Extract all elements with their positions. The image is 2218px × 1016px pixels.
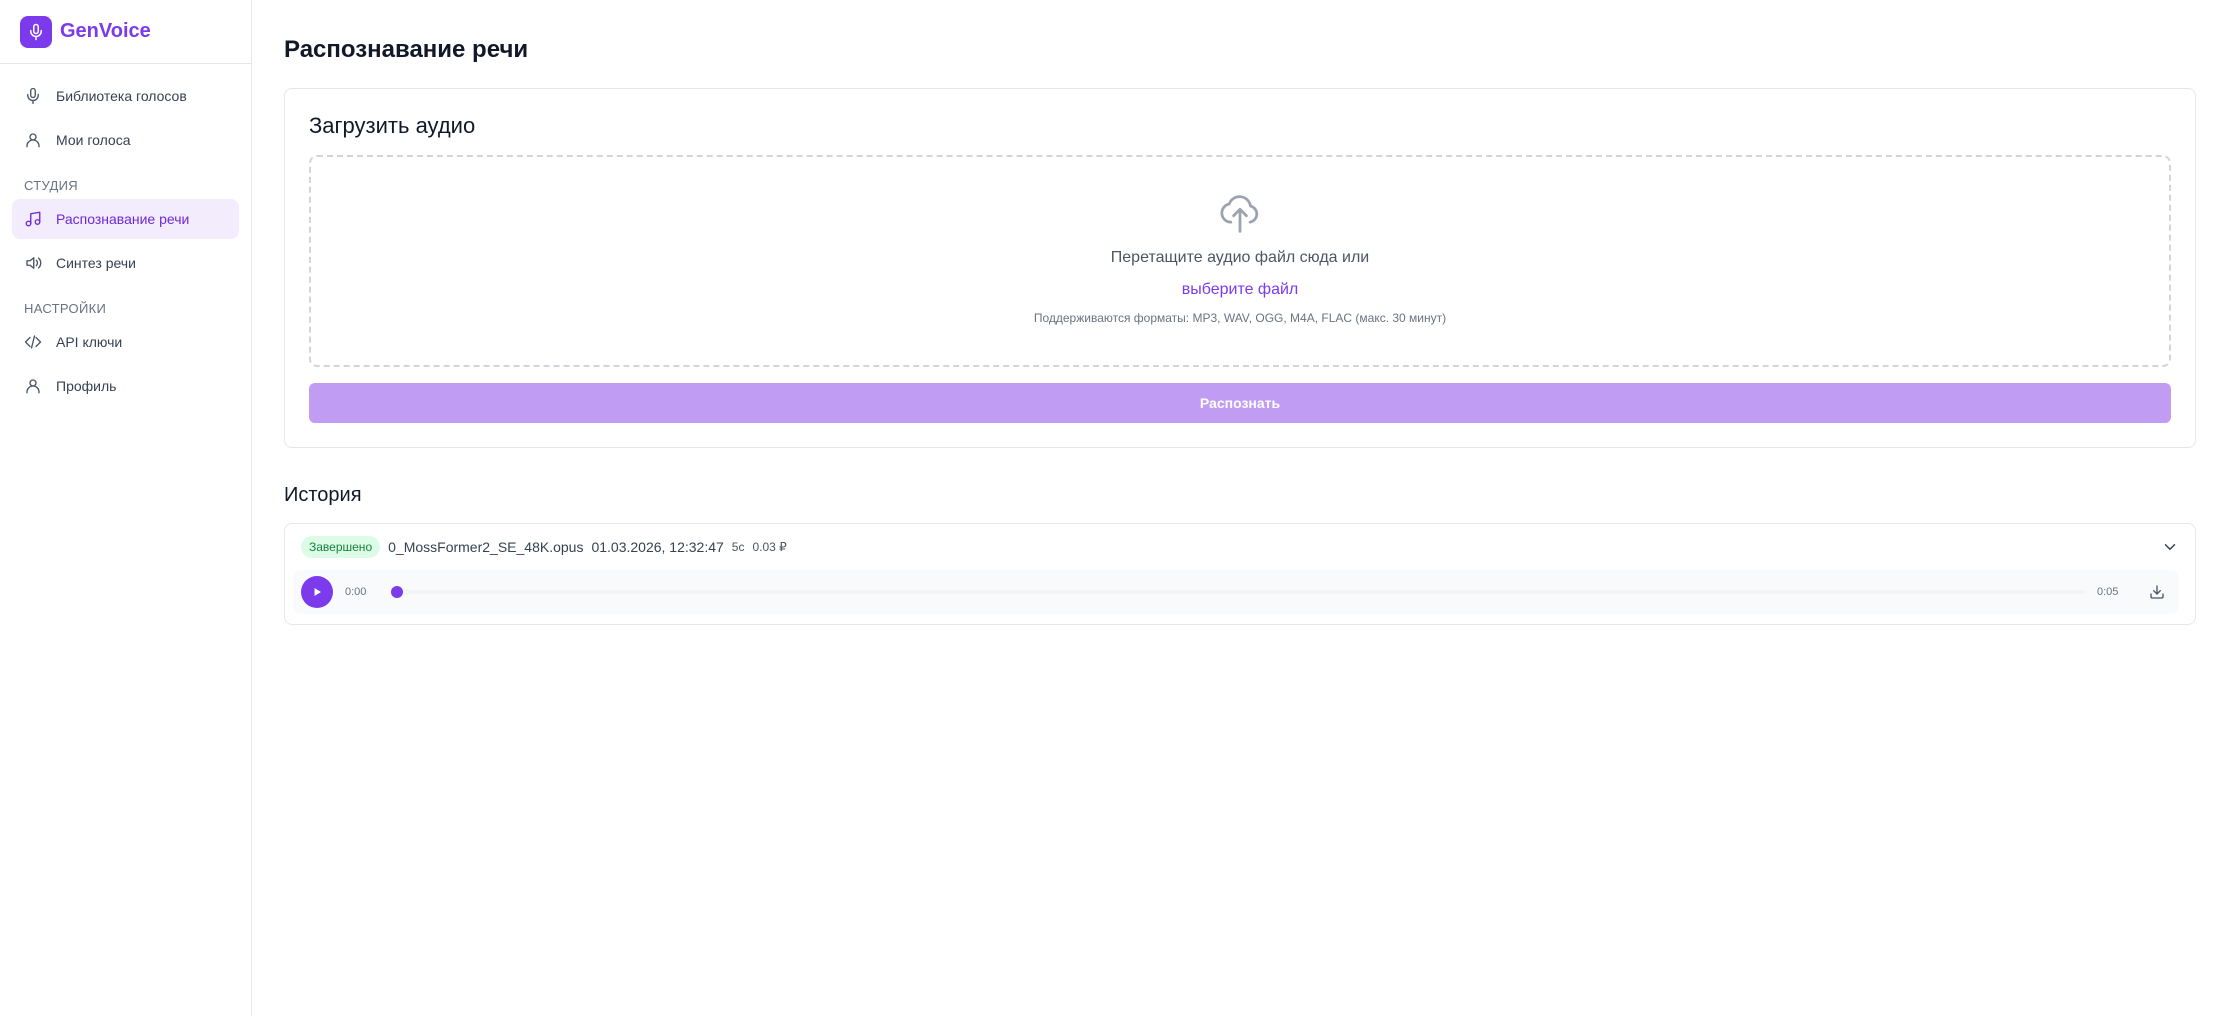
recognize-button[interactable]: Распознать xyxy=(309,383,2171,423)
speaker-icon xyxy=(24,254,42,272)
sidebar-item-label: Профиль xyxy=(56,378,117,394)
app-root: GenVoice Библиотека голосов Мои голоса С… xyxy=(0,0,2218,1016)
sidebar-item-speech-recognition[interactable]: Распознавание речи xyxy=(12,199,239,239)
history-duration: 5с xyxy=(731,540,745,554)
history-title: История xyxy=(284,484,362,506)
sidebar-nav: Библиотека голосов Мои голоса СТУДИЯ Рас… xyxy=(0,64,251,422)
code-icon xyxy=(24,333,42,351)
cloud-upload-icon xyxy=(1218,191,1262,235)
current-time: 0:00 xyxy=(345,586,367,598)
status-badge: Завершено xyxy=(301,536,381,558)
choose-file-link[interactable]: выберите файл xyxy=(1182,281,1299,299)
microphone-icon xyxy=(24,87,42,105)
chevron-down-icon[interactable] xyxy=(2161,538,2179,556)
sidebar-item-label: Мои голоса xyxy=(56,132,131,148)
history-cost: 0.03 ₽ xyxy=(752,540,787,554)
audio-dropzone[interactable]: Перетащите аудио файл сюда или выберите … xyxy=(309,155,2171,367)
history-filename: 0_MossFormer2_SE_48K.opus xyxy=(388,539,584,555)
history-item-header[interactable]: Завершено 0_MossFormer2_SE_48K.opus 01.0… xyxy=(301,534,2179,560)
microphone-logo-icon xyxy=(20,15,52,48)
page-title: Распознавание речи xyxy=(284,36,529,63)
download-button[interactable] xyxy=(2135,570,2179,614)
sidebar-item-my-voices[interactable]: Мои голоса xyxy=(12,120,239,160)
user-icon xyxy=(24,131,42,149)
main-content: Распознавание речи Загрузить аудио Перет… xyxy=(252,0,2218,1016)
play-button[interactable] xyxy=(301,576,333,608)
section-settings: НАСТРОЙКИ xyxy=(24,301,107,316)
music-note-icon xyxy=(24,210,42,228)
history-date: 01.03.2026, 12:32:47 xyxy=(591,539,724,555)
progress-track[interactable] xyxy=(391,586,2085,598)
sidebar-item-label: Синтез речи xyxy=(56,255,136,271)
supported-formats: Поддерживаются форматы: MP3, WAV, OGG, M… xyxy=(1033,311,1447,325)
upload-card: Загрузить аудио Перетащите аудио файл сю… xyxy=(284,88,2196,448)
brand-name: GenVoice xyxy=(60,20,151,42)
sidebar-item-label: API ключи xyxy=(56,334,123,350)
history-item: Завершено 0_MossFormer2_SE_48K.opus 01.0… xyxy=(284,523,2196,625)
section-studio: СТУДИЯ xyxy=(24,178,78,193)
audio-player: 0:00 0:05 xyxy=(293,570,2179,614)
sidebar-item-label: Библиотека голосов xyxy=(56,88,187,104)
play-icon xyxy=(314,588,321,596)
sidebar-item-label: Распознавание речи xyxy=(56,211,190,227)
sidebar: GenVoice Библиотека голосов Мои голоса С… xyxy=(0,0,252,1016)
progress-thumb[interactable] xyxy=(391,586,403,598)
sidebar-item-api-keys[interactable]: API ключи xyxy=(12,322,239,362)
sidebar-item-profile[interactable]: Профиль xyxy=(12,366,239,406)
user-icon xyxy=(24,377,42,395)
upload-title: Загрузить аудио xyxy=(309,113,476,138)
download-icon xyxy=(2150,585,2164,599)
total-time: 0:05 xyxy=(2097,586,2119,598)
sidebar-item-speech-synthesis[interactable]: Синтез речи xyxy=(12,243,239,283)
brand[interactable]: GenVoice xyxy=(0,0,251,64)
dropzone-text: Перетащите аудио файл сюда или xyxy=(1110,249,1370,266)
sidebar-item-voice-library[interactable]: Библиотека голосов xyxy=(12,76,239,116)
